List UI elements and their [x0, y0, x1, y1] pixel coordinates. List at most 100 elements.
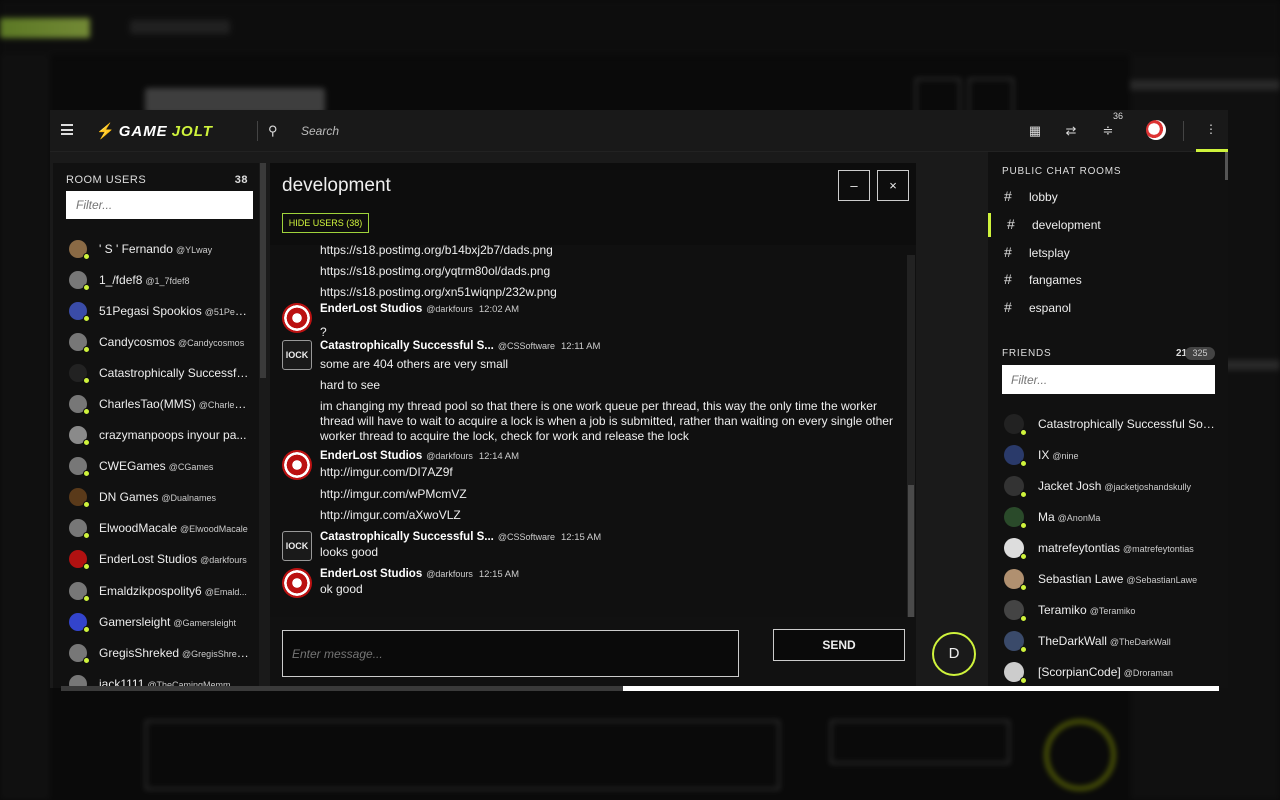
- chat-scroll-thumb[interactable]: [908, 485, 914, 625]
- room-item-development[interactable]: # development: [988, 212, 1228, 237]
- room-item-lobby[interactable]: # lobby: [988, 185, 1228, 209]
- user-avatar: [69, 612, 90, 633]
- friend-item[interactable]: Ma @AnonMa: [988, 501, 1228, 532]
- message-author[interactable]: EnderLost Studios @darkfours 12:14 AM: [320, 450, 519, 462]
- room-item-fangames[interactable]: # fangames: [988, 268, 1228, 292]
- horizontal-scroll-thumb[interactable]: [61, 686, 623, 691]
- friend-item[interactable]: Jacket Josh @jacketjoshandskully: [988, 470, 1228, 501]
- user-handle: @ElwoodMacale: [180, 524, 248, 535]
- author-handle: @CSSoftware: [497, 532, 555, 542]
- chat-scrollbar[interactable]: [907, 255, 915, 627]
- room-item-espanol[interactable]: # espanol: [988, 296, 1228, 320]
- topbar: ⚡ GAME JOLT ⚲ Search ▦ ⇄ ≑ 36 ⋮: [50, 110, 1228, 152]
- message-text: hard to see: [320, 378, 381, 392]
- room-user-item[interactable]: 1_/fdef8 @1_7fdef8: [53, 264, 259, 295]
- room-user-item[interactable]: Catastrophically Successful...: [53, 357, 259, 388]
- bg-avatar: [1045, 720, 1115, 790]
- search-input[interactable]: Search: [301, 124, 339, 138]
- friend-item[interactable]: Catastrophically Successful Soft...: [988, 408, 1228, 439]
- user-display-name: GregisShreked: [99, 645, 180, 660]
- room-user-item[interactable]: ElwoodMacale @ElwoodMacale: [53, 513, 259, 544]
- friend-name: Teramiko @Teramiko: [1038, 603, 1218, 617]
- room-user-name: crazymanpoops inyour pa...: [99, 428, 249, 442]
- menu-icon[interactable]: [61, 124, 73, 135]
- room-user-name: Emaldzikpospolity6 @Emald...: [99, 584, 249, 598]
- room-user-item[interactable]: DN Games @Dualnames: [53, 482, 259, 513]
- room-user-item[interactable]: Candycosmos @Candycosmos: [53, 326, 259, 357]
- user-avatar: [69, 363, 90, 384]
- user-handle: @GregisShreked: [182, 648, 249, 659]
- room-user-item[interactable]: EnderLost Studios @darkfours: [53, 544, 259, 575]
- friend-item[interactable]: Teramiko @Teramiko: [988, 594, 1228, 625]
- ender-avatar[interactable]: [282, 568, 312, 598]
- ender-avatar[interactable]: [282, 303, 312, 333]
- minimize-button[interactable]: –: [838, 170, 870, 201]
- horizontal-scrollbar[interactable]: [61, 686, 1219, 691]
- room-user-item[interactable]: 51Pegasi Spookios@51Pegasi...: [53, 295, 259, 326]
- room-name: espanol: [1029, 301, 1072, 316]
- hide-users-button[interactable]: HIDE USERS (38): [282, 213, 369, 233]
- room-user-item[interactable]: Emaldzikpospolity6 @Emald...: [53, 575, 259, 606]
- message-author[interactable]: EnderLost Studios @darkfours 12:02 AM: [320, 303, 519, 315]
- author-name: Catastrophically Successful S...: [320, 531, 494, 543]
- room-user-item[interactable]: CWEGames @CGames: [53, 451, 259, 482]
- online-indicator: [83, 563, 90, 571]
- library-icon[interactable]: ▦: [1027, 123, 1043, 139]
- friend-avatar: [1004, 661, 1027, 684]
- user-avatar: [69, 581, 90, 602]
- room-users-filter[interactable]: [66, 191, 253, 219]
- user-avatar: [69, 301, 90, 322]
- room-users-scrollbar[interactable]: [260, 163, 266, 378]
- friend-item[interactable]: IX @nine: [988, 439, 1228, 470]
- message-author[interactable]: Catastrophically Successful S... @CSSoftw…: [320, 531, 601, 543]
- ender-avatar[interactable]: [282, 450, 312, 480]
- user-avatar: [69, 239, 90, 260]
- friends-filter[interactable]: [1002, 365, 1215, 394]
- user-avatar-circle[interactable]: D: [932, 632, 976, 676]
- friend-display-name: Jacket Josh: [1038, 478, 1102, 493]
- friends-header: FRIENDS: [1002, 348, 1052, 359]
- divider: [257, 121, 258, 141]
- glock-avatar[interactable]: lOCK: [282, 531, 312, 561]
- room-user-name: GregisShreked @GregisShreked: [99, 646, 249, 660]
- room-user-item[interactable]: GregisShreked @GregisShreked: [53, 637, 259, 668]
- room-user-name: 1_/fdef8 @1_7fdef8: [99, 273, 249, 287]
- room-user-item[interactable]: ' S ' Fernando @YLway: [53, 233, 259, 264]
- user-avatar: [69, 643, 90, 664]
- send-button[interactable]: SEND: [773, 629, 905, 661]
- close-button[interactable]: ×: [877, 170, 909, 201]
- online-indicator: [83, 252, 90, 260]
- activity-icon[interactable]: ≑: [1100, 123, 1116, 139]
- gamejolt-logo[interactable]: ⚡ GAME JOLT: [96, 122, 213, 141]
- friend-item[interactable]: TheDarkWall @TheDarkWall: [988, 625, 1228, 656]
- online-indicator: [83, 439, 90, 447]
- chat-toggle-button[interactable]: ⋮: [1196, 110, 1228, 152]
- friend-item[interactable]: matrefeytontias @matrefeytontias: [988, 532, 1228, 563]
- room-user-item[interactable]: Gamersleight @Gamersleight: [53, 606, 259, 637]
- user-handle: @Gamersleight: [173, 617, 237, 628]
- message-author[interactable]: EnderLost Studios @darkfours 12:15 AM: [320, 568, 519, 580]
- search-icon[interactable]: ⚲: [268, 123, 288, 139]
- room-user-name: Candycosmos @Candycosmos: [99, 335, 249, 349]
- room-user-item[interactable]: CharlesTao(MMS) @CharlesT...: [53, 388, 259, 419]
- room-user-item[interactable]: crazymanpoops inyour pa...: [53, 420, 259, 451]
- user-avatar[interactable]: [1146, 120, 1166, 140]
- right-scrollbar[interactable]: [1225, 152, 1228, 180]
- bg-search: [130, 20, 230, 34]
- online-indicator: [1020, 459, 1027, 467]
- bg-stripe: [1130, 80, 1280, 90]
- user-avatar: [69, 488, 90, 509]
- room-item-letsplay[interactable]: # letsplay: [988, 241, 1228, 265]
- online-indicator: [1020, 490, 1027, 498]
- friend-item[interactable]: Sebastian Lawe @SebastianLawe: [988, 563, 1228, 594]
- room-name: letsplay: [1029, 245, 1070, 260]
- room-users-list: ' S ' Fernando @YLway 1_/fdef8 @1_7fdef8 51P…: [53, 233, 259, 688]
- message-author[interactable]: Catastrophically Successful S... @CSSoftw…: [320, 340, 600, 352]
- user-display-name: Emaldzikpospolity6: [99, 583, 202, 598]
- glock-avatar[interactable]: lOCK: [282, 340, 312, 370]
- friend-name: Catastrophically Successful Soft...: [1038, 417, 1218, 431]
- friend-item[interactable]: [ScorpianCode] @Droraman: [988, 656, 1228, 687]
- controller-icon[interactable]: ⇄: [1063, 123, 1079, 139]
- user-avatar: [69, 270, 90, 291]
- message-input[interactable]: [282, 630, 739, 677]
